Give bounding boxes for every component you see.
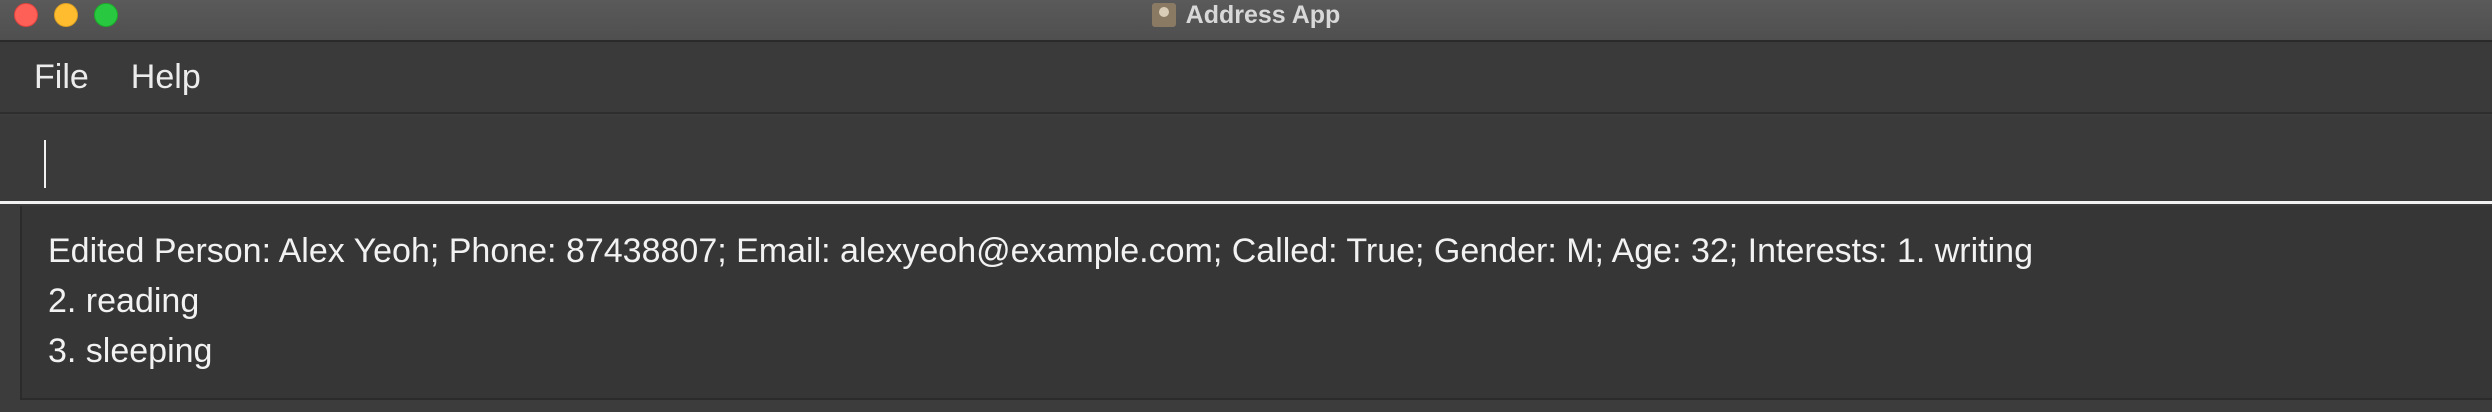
menu-file[interactable]: File (34, 58, 89, 97)
command-input[interactable] (30, 130, 2470, 186)
text-caret (44, 140, 46, 188)
menu-bar: File Help (0, 42, 2492, 114)
command-box (0, 116, 2492, 204)
title-bar[interactable]: Address App (0, 0, 2492, 42)
window-title: Address App (1185, 0, 1341, 29)
window-title-group: Address App (0, 0, 2492, 30)
menu-help[interactable]: Help (131, 58, 201, 97)
address-book-icon (1151, 3, 1176, 27)
app-window: Address App File Help Edited Person: Ale… (0, 0, 2492, 412)
result-line: 2. reading (48, 282, 200, 320)
result-line: Edited Person: Alex Yeoh; Phone: 8743880… (48, 232, 2033, 270)
result-display: Edited Person: Alex Yeoh; Phone: 8743880… (20, 206, 2492, 400)
result-line: 3. sleeping (48, 332, 213, 370)
